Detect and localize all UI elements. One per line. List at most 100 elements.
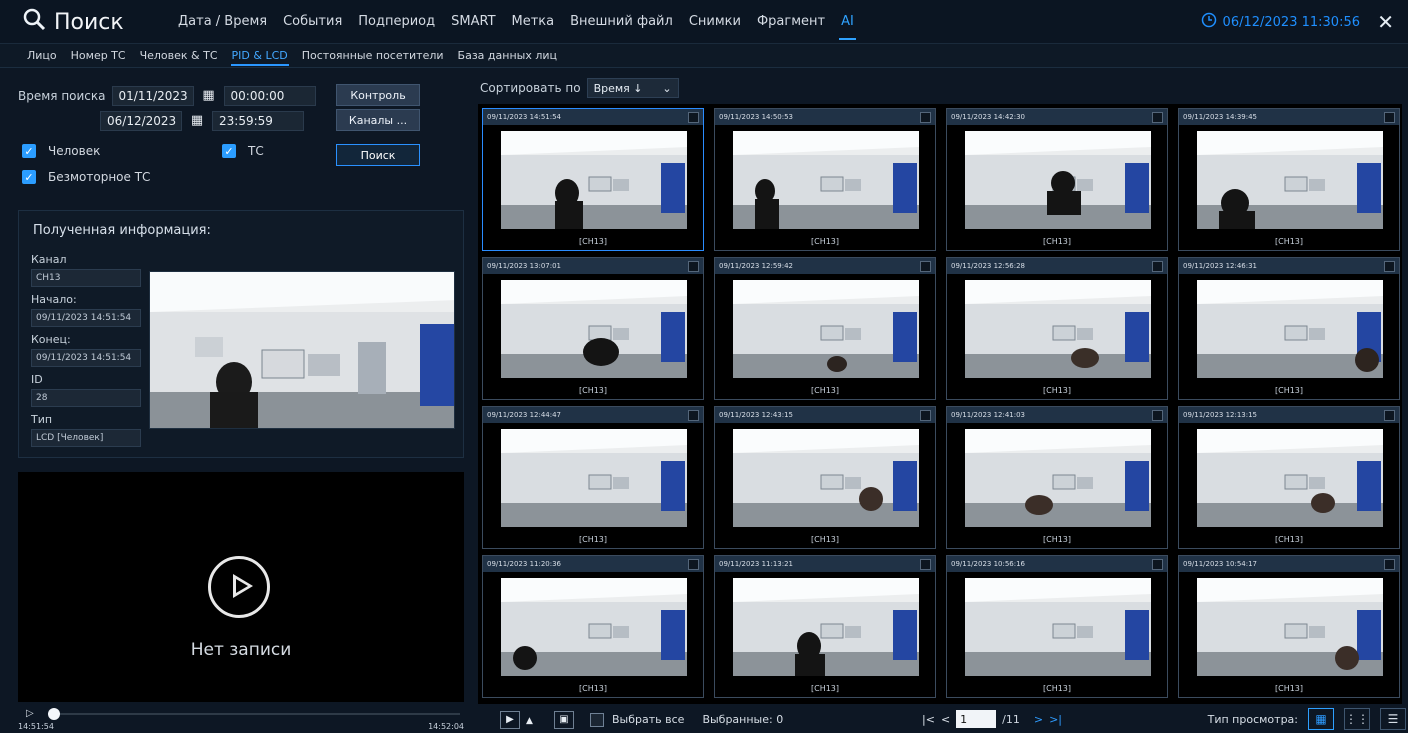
page-input[interactable]: 1 [956, 710, 997, 728]
thumbnail-channel: [CH13] [810, 237, 840, 246]
thumbnail-image [965, 429, 1151, 527]
thumbnail[interactable]: 09/11/2023 14:39:45 [CH13] [1178, 108, 1400, 251]
thumbnail[interactable]: 09/11/2023 11:13:21 [CH13] [714, 555, 936, 698]
thumbnail[interactable]: 09/11/2023 12:41:03 [CH13] [946, 406, 1168, 549]
start-label: Начало: [31, 293, 77, 306]
tab-fragment[interactable]: Фрагмент [749, 0, 833, 44]
sub-tabs-bar: Лицо Номер ТС Человек & ТС PID & LCD Пос… [0, 44, 1408, 68]
thumbnail[interactable]: 09/11/2023 14:50:53 [CH13] [714, 108, 936, 251]
thumbnail-checkbox[interactable] [920, 260, 931, 272]
thumbnail-checkbox[interactable] [1384, 260, 1395, 272]
thumbnail-checkbox[interactable] [688, 111, 699, 123]
search-button[interactable]: Поиск [336, 144, 420, 166]
start-time-field[interactable]: 00:00:00 [223, 86, 316, 106]
thumbnail-header: 09/11/2023 12:59:42 [715, 258, 935, 274]
thumbnail-checkbox[interactable] [688, 260, 699, 272]
subtab-repeat-visitors[interactable]: Постоянные посетители [295, 44, 451, 68]
thumbnail[interactable]: 09/11/2023 12:13:15 [CH13] [1178, 406, 1400, 549]
search-icon [22, 7, 46, 37]
thumbnail-time: 09/11/2023 10:54:17 [1183, 560, 1258, 568]
subtab-face[interactable]: Лицо [20, 44, 64, 68]
human-checkbox-row[interactable]: ✓ Человек [22, 144, 100, 158]
sort-select[interactable]: Время ↓ ⌄ [586, 78, 679, 98]
video-player[interactable]: Нет записи [18, 472, 464, 702]
tab-external-file[interactable]: Внешний файл [562, 0, 681, 44]
start-date-field[interactable]: 01/11/2023 [111, 86, 194, 106]
thumbnail-header: 09/11/2023 12:56:28 [947, 258, 1167, 274]
close-icon[interactable]: ✕ [1377, 10, 1394, 34]
thumbnail-checkbox[interactable] [688, 558, 699, 570]
sub-tabs: Лицо Номер ТС Человек & ТС PID & LCD Пос… [20, 44, 564, 68]
thumbnail-checkbox[interactable] [1152, 260, 1163, 272]
tab-smart[interactable]: SMART [443, 0, 503, 44]
play-small-icon[interactable]: ▷ [26, 708, 34, 719]
tab-snapshots[interactable]: Снимки [681, 0, 749, 44]
thumbnail-header: 09/11/2023 13:07:01 [483, 258, 703, 274]
thumbnail[interactable]: 09/11/2023 12:46:31 [CH13] [1178, 257, 1400, 400]
thumbnail-time: 09/11/2023 12:43:15 [719, 411, 794, 419]
thumbnail[interactable]: 09/11/2023 14:42:30 [CH13] [946, 108, 1168, 251]
thumbnail[interactable]: 09/11/2023 11:20:36 [CH13] [482, 555, 704, 698]
tab-subperiod[interactable]: Подпериод [350, 0, 443, 44]
timeline[interactable]: ▷ 14:51:54 14:52:04 [18, 706, 464, 731]
subtab-pid-lcd[interactable]: PID & LCD [225, 44, 295, 68]
play-selected-icon[interactable]: ▶ [500, 710, 520, 729]
thumbnail-time: 09/11/2023 13:07:01 [487, 262, 562, 270]
thumbnail-checkbox[interactable] [1384, 558, 1395, 570]
thumbnail-checkbox[interactable] [1152, 409, 1163, 421]
tab-date-time[interactable]: Дата / Время [170, 0, 275, 44]
thumbnail-header: 09/11/2023 12:43:15 [715, 407, 935, 423]
thumbnail[interactable]: 09/11/2023 12:44:47 [CH13] [482, 406, 704, 549]
calendar-icon[interactable]: ▦ [188, 112, 206, 130]
thumbnail[interactable]: 09/11/2023 13:07:01 [CH13] [482, 257, 704, 400]
checkbox-checked[interactable]: ✓ [222, 144, 236, 158]
thumbnail-checkbox[interactable] [1152, 111, 1163, 123]
thumbnail-checkbox[interactable] [1384, 111, 1395, 123]
up-arrow-icon[interactable]: ▲ [526, 716, 534, 726]
calendar-icon[interactable]: ▦ [200, 87, 218, 105]
channels-button[interactable]: Каналы ... [336, 109, 420, 131]
end-label: Конец: [31, 333, 71, 346]
thumbnail-channel: [CH13] [810, 535, 840, 544]
play-icon[interactable] [208, 556, 270, 618]
thumbnail[interactable]: 09/11/2023 12:56:28 [CH13] [946, 257, 1168, 400]
vehicle-checkbox-row[interactable]: ✓ ТС [222, 144, 264, 158]
last-page-icon[interactable]: >| [1049, 713, 1062, 726]
thumbnail[interactable]: 09/11/2023 10:54:17 [CH13] [1178, 555, 1400, 698]
subtab-plate[interactable]: Номер ТС [64, 44, 133, 68]
thumbnail[interactable]: 09/11/2023 14:51:54 [CH13] [482, 108, 704, 251]
grid-view-icon[interactable]: ▦ [1308, 708, 1334, 730]
end-date-field[interactable]: 06/12/2023 [100, 111, 182, 131]
thumbnail-checkbox[interactable] [1384, 409, 1395, 421]
select-all-checkbox[interactable] [590, 712, 604, 727]
thumbnail-header: 09/11/2023 10:54:17 [1179, 556, 1399, 572]
thumbnail-checkbox[interactable] [1152, 558, 1163, 570]
thumbnail[interactable]: 09/11/2023 12:59:42 [CH13] [714, 257, 936, 400]
timeline-track[interactable] [50, 713, 460, 715]
save-icon[interactable]: ▣ [554, 710, 574, 729]
thumbnail[interactable]: 09/11/2023 12:43:15 [CH13] [714, 406, 936, 549]
subtab-human-vehicle[interactable]: Человек & ТС [133, 44, 225, 68]
end-time-field[interactable]: 23:59:59 [212, 111, 304, 131]
thumbnail-checkbox[interactable] [920, 558, 931, 570]
thumbnail-checkbox[interactable] [920, 111, 931, 123]
dots-view-icon[interactable]: ⋮⋮ [1344, 708, 1370, 730]
subtab-face-db[interactable]: База данных лиц [451, 44, 564, 68]
thumbnail-image [733, 131, 919, 229]
timeline-handle[interactable] [48, 708, 60, 720]
thumbnail-checkbox[interactable] [688, 409, 699, 421]
prev-page-icon[interactable]: < [941, 713, 950, 726]
control-button[interactable]: Контроль [336, 84, 420, 106]
nonmotor-checkbox-row[interactable]: ✓ Безмоторное ТС [22, 170, 150, 184]
checkbox-checked[interactable]: ✓ [22, 144, 36, 158]
tab-tag[interactable]: Метка [504, 0, 563, 44]
next-page-icon[interactable]: > [1034, 713, 1043, 726]
thumbnail-channel: [CH13] [1274, 237, 1304, 246]
thumbnail[interactable]: 09/11/2023 10:56:16 [CH13] [946, 555, 1168, 698]
tab-events[interactable]: События [275, 0, 350, 44]
tab-ai[interactable]: AI [833, 0, 862, 44]
thumbnail-checkbox[interactable] [920, 409, 931, 421]
checkbox-checked[interactable]: ✓ [22, 170, 36, 184]
list-view-icon[interactable]: ☰ [1380, 708, 1406, 730]
first-page-icon[interactable]: |< [922, 713, 935, 726]
